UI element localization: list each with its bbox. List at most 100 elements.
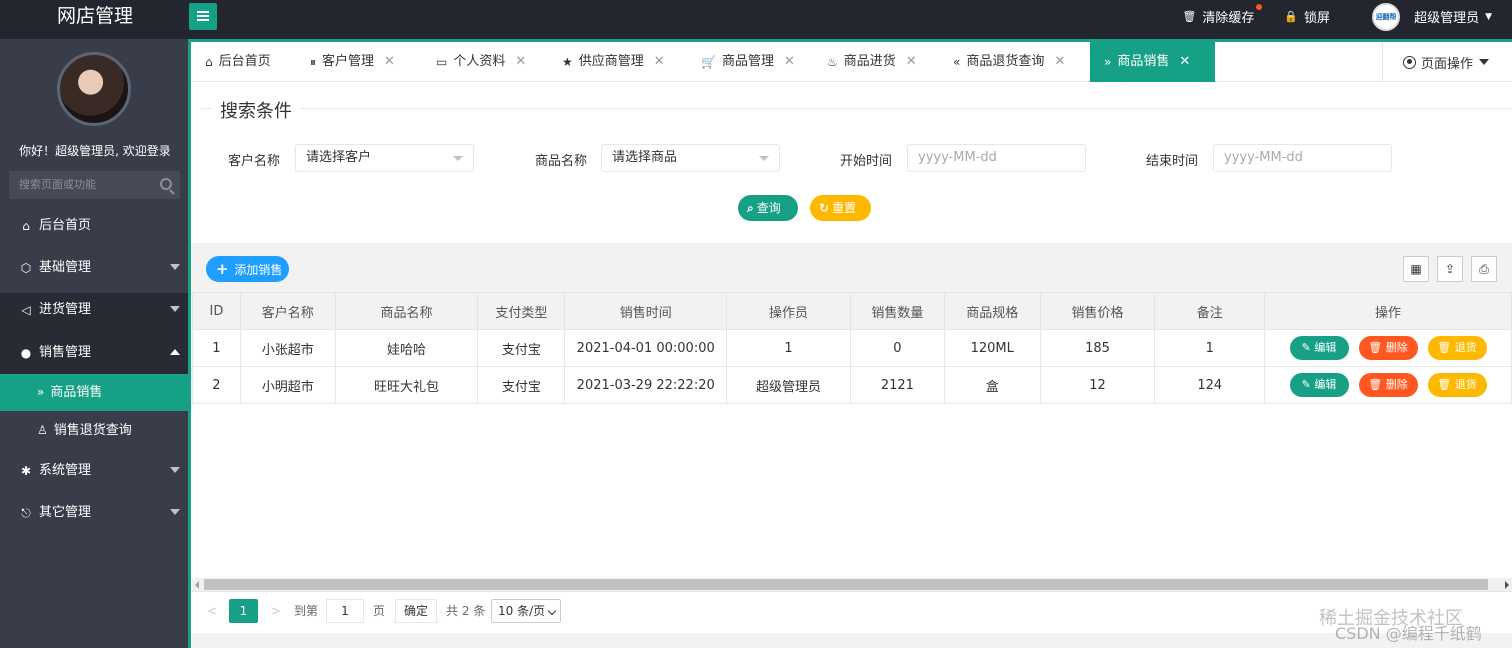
customer-select[interactable]: 请选择客户 — [295, 144, 474, 172]
pencil-icon: ✎ — [1301, 378, 1311, 391]
end-time-input[interactable]: yyyy-MM-dd — [1213, 144, 1392, 172]
table-row[interactable]: 2 小明超市 旺旺大礼包 支付宝 2021-03-29 22:22:20 超级管… — [192, 366, 1512, 404]
sidebar-search-input[interactable]: 搜索页面或功能 — [9, 171, 180, 199]
delete-button[interactable]: 🗑 删除 — [1358, 373, 1418, 397]
tab-sales[interactable]: » 商品销售 ✕ — [1090, 42, 1215, 82]
tab-bar: ⌂ 后台首页 ⏸ 客户管理 ✕ ▭ 个人资料 ✕ ★ 供应商管理 ✕ 🛒 商品管… — [191, 42, 1512, 82]
tab-home[interactable]: ⌂ 后台首页 — [191, 42, 294, 82]
column-header[interactable]: 客户名称 — [239, 292, 336, 330]
chevron-down-icon — [547, 606, 557, 616]
trash-icon: 🗑 — [1437, 341, 1452, 354]
delete-button[interactable]: 🗑 删除 — [1358, 336, 1418, 360]
fire-icon: ♨ — [827, 55, 838, 69]
page-operations-dropdown[interactable]: 页面操作 — [1382, 42, 1512, 82]
add-sale-button[interactable]: + 添加销售 — [206, 256, 289, 282]
goto-label: 到第 — [294, 604, 319, 618]
user-menu[interactable]: 迎翻帮 超级管理员 ▼ — [1372, 2, 1492, 31]
chevron-up-icon — [170, 349, 180, 355]
tab-supplier[interactable]: ★ 供应商管理 ✕ — [548, 42, 685, 82]
search-icon[interactable] — [160, 178, 172, 190]
sidebar-subitem-sales-return[interactable]: ♙ 销售退货查询 — [0, 412, 190, 449]
sidebar-item-home[interactable]: ⌂ 后台首页 — [0, 205, 190, 247]
close-icon[interactable]: ✕ — [906, 42, 917, 82]
scrollbar-thumb[interactable] — [204, 579, 1488, 590]
close-icon[interactable]: ✕ — [654, 42, 665, 82]
close-icon[interactable]: ✕ — [784, 42, 795, 82]
next-page-icon[interactable]: > — [271, 599, 281, 623]
scroll-left-icon[interactable] — [195, 581, 199, 589]
column-header[interactable]: 销售时间 — [564, 292, 728, 330]
current-page[interactable]: 1 — [229, 599, 258, 623]
return-button[interactable]: 🗑 退货 — [1427, 336, 1487, 360]
tab-profile[interactable]: ▭ 个人资料 ✕ — [422, 42, 547, 82]
close-icon[interactable]: ✕ — [384, 42, 395, 82]
table-cell: 124 — [1154, 366, 1266, 404]
columns-filter-button[interactable]: ▦ — [1403, 256, 1429, 282]
scroll-right-icon[interactable] — [1505, 581, 1509, 589]
page-size-select[interactable]: 10 条/页 — [491, 599, 561, 623]
lock-screen-button[interactable]: 🔒 锁屏 — [1284, 7, 1330, 26]
column-header[interactable]: ID — [192, 292, 241, 330]
cube-icon: ⬡ — [20, 261, 32, 275]
caret-down-icon — [1479, 59, 1490, 65]
actions-cell: ✎ 编辑 🗑 删除 🗑 退货 — [1264, 329, 1512, 367]
table-row[interactable]: 1 小张超市 娃哈哈 支付宝 2021-04-01 00:00:00 1 0 1… — [192, 329, 1512, 367]
horizontal-scrollbar[interactable] — [192, 578, 1512, 591]
close-icon[interactable]: ✕ — [1179, 42, 1190, 82]
table-cell: 盒 — [943, 366, 1041, 404]
edit-button[interactable]: ✎ 编辑 — [1289, 373, 1349, 397]
table-cell: 1 — [1154, 329, 1266, 367]
caret-down-icon: ▼ — [1485, 11, 1492, 22]
home-icon: ⌂ — [22, 219, 30, 233]
column-header[interactable]: 备注 — [1154, 292, 1266, 330]
reset-button[interactable]: ↻ 重置 — [810, 195, 871, 221]
column-header[interactable]: 支付类型 — [477, 292, 566, 330]
gear-icon: ✱ — [20, 464, 32, 478]
table-cell: 超级管理员 — [726, 366, 851, 404]
sidebar-subitem-product-sales[interactable]: » 商品销售 — [0, 374, 190, 411]
edit-button[interactable]: ✎ 编辑 — [1289, 336, 1349, 360]
columns-icon: ▦ — [1410, 262, 1422, 276]
end-time-label: 结束时间 — [1146, 154, 1199, 169]
clear-cache-button[interactable]: 🗑 清除缓存 — [1182, 4, 1263, 26]
home-icon: ⌂ — [205, 55, 213, 69]
start-time-input[interactable]: yyyy-MM-dd — [907, 144, 1086, 172]
table-cell: 12 — [1039, 366, 1156, 404]
query-button[interactable]: ⌕ 查询 — [738, 195, 798, 221]
table-cell: 1 — [192, 329, 241, 367]
print-button[interactable]: ⎙ — [1471, 256, 1497, 282]
column-header[interactable]: 商品名称 — [334, 292, 479, 330]
tab-return-query[interactable]: « 商品退货查询 ✕ — [939, 42, 1089, 82]
table-cell: 小明超市 — [239, 366, 336, 404]
return-button[interactable]: 🗑 退货 — [1427, 373, 1487, 397]
column-header[interactable]: 操作员 — [726, 292, 851, 330]
sidebar-item-purchase[interactable]: ◁ 进货管理 — [0, 289, 190, 331]
menu-toggle-button[interactable] — [189, 3, 217, 30]
tab-customer[interactable]: ⏸ 客户管理 ✕ — [296, 42, 421, 82]
double-right-icon: » — [1104, 55, 1112, 69]
product-select[interactable]: 请选择商品 — [601, 144, 780, 172]
volume-icon: ◁ — [21, 303, 31, 317]
sidebar-item-system[interactable]: ✱ 系统管理 — [0, 450, 190, 492]
column-header[interactable]: 销售价格 — [1039, 292, 1156, 330]
goto-confirm-button[interactable]: 确定 — [395, 599, 437, 623]
customer-label: 客户名称 — [228, 154, 281, 169]
close-icon[interactable]: ✕ — [1054, 42, 1065, 82]
search-icon: ⌕ — [747, 201, 754, 215]
column-header[interactable]: 商品规格 — [943, 292, 1041, 330]
tab-product[interactable]: 🛒 商品管理 ✕ — [687, 42, 813, 82]
sidebar-item-basic[interactable]: ⬡ 基础管理 — [0, 247, 190, 289]
export-icon: ⇪ — [1444, 262, 1456, 276]
chevron-down-icon — [170, 264, 180, 270]
column-header[interactable]: 销售数量 — [849, 292, 945, 330]
welcome-text: 你好！超级管理员, 欢迎登录 — [19, 144, 171, 158]
close-icon[interactable]: ✕ — [515, 42, 526, 82]
sidebar-item-other[interactable]: ⎋ 其它管理 — [0, 492, 190, 534]
sidebar-item-sales[interactable]: ● 销售管理 — [0, 332, 190, 374]
export-button[interactable]: ⇪ — [1437, 256, 1463, 282]
goto-page-input[interactable]: 1 — [326, 599, 364, 623]
hamburger-icon — [197, 11, 209, 13]
tab-purchase[interactable]: ♨ 商品进货 ✕ — [813, 42, 937, 82]
prev-page-icon[interactable]: < — [207, 599, 217, 623]
product-label: 商品名称 — [535, 154, 588, 169]
